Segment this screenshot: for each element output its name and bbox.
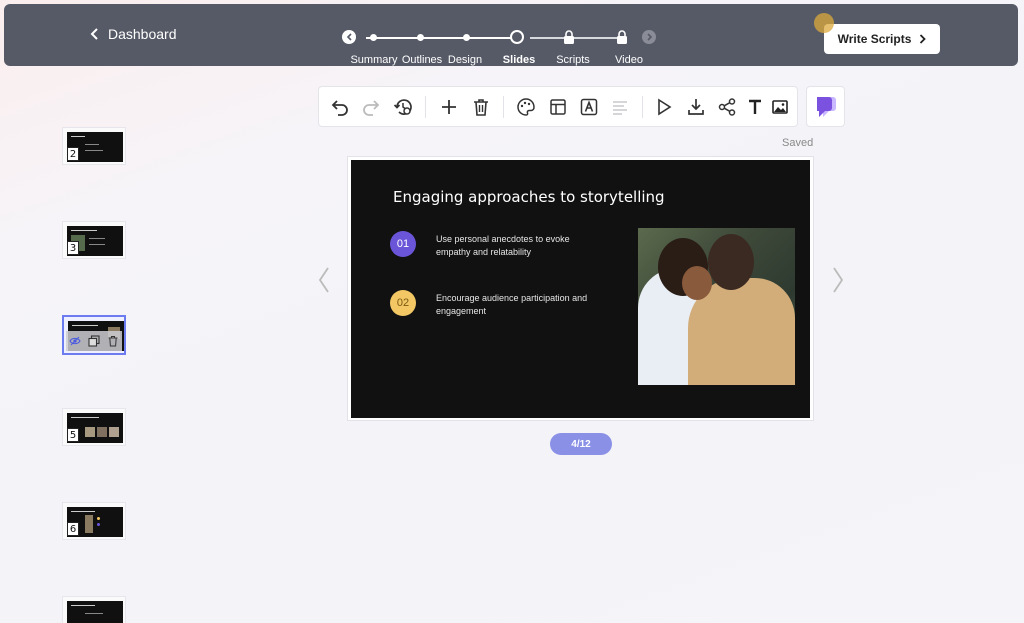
chevron-right-icon	[833, 267, 844, 293]
slide-content: Engaging approaches to storytelling 01 U…	[351, 160, 810, 418]
slide-number: 6	[67, 522, 79, 536]
duplicate-icon[interactable]	[88, 335, 100, 347]
chevron-left-icon	[318, 267, 329, 293]
chevron-left-icon	[346, 33, 352, 41]
slide-counter: 4/12	[550, 433, 612, 455]
editor-toolbar	[318, 86, 798, 127]
slide-number: 2	[67, 147, 79, 161]
step-label-slides[interactable]: Slides	[503, 54, 535, 66]
toolbar-divider	[642, 96, 643, 118]
cursor-highlight	[814, 13, 834, 33]
step-label-scripts: Scripts	[556, 54, 590, 66]
slide-thumbnail-2[interactable]: 2	[62, 127, 126, 165]
brand-logo-icon	[816, 96, 836, 117]
slide-canvas[interactable]: Engaging approaches to storytelling 01 U…	[347, 156, 814, 421]
step-label-summary[interactable]: Summary	[350, 54, 397, 66]
brand-logo-button[interactable]	[806, 86, 845, 127]
eye-icon[interactable]	[69, 335, 81, 347]
step-label-video: Video	[615, 54, 643, 66]
share-icon[interactable]	[717, 97, 737, 117]
download-icon[interactable]	[686, 97, 706, 117]
image-icon[interactable]	[770, 97, 790, 117]
layout-icon[interactable]	[548, 97, 568, 117]
font-icon[interactable]	[579, 97, 599, 117]
slide-thumbnail-4[interactable]	[62, 315, 126, 355]
slide-photo[interactable]	[638, 228, 795, 385]
toolbar-divider	[503, 96, 504, 118]
lock-icon	[564, 30, 574, 44]
save-status: Saved	[782, 137, 814, 149]
trash-icon[interactable]	[471, 97, 491, 117]
write-scripts-button[interactable]: Write Scripts	[824, 24, 940, 54]
slide-number: 3	[67, 241, 79, 255]
step-label-design[interactable]: Design	[448, 54, 482, 66]
text-icon[interactable]	[745, 97, 765, 117]
slide-thumbnail-5[interactable]: 5	[62, 408, 126, 446]
align-icon[interactable]	[610, 97, 630, 117]
back-to-dashboard-button[interactable]: Dashboard	[90, 26, 177, 42]
history-settings-icon[interactable]	[393, 97, 413, 117]
step-progress: Summary Outlines Design Slides Scripts V…	[342, 30, 662, 66]
chevron-right-icon	[646, 33, 652, 41]
trash-icon[interactable]	[107, 335, 119, 347]
slide-thumbnail-7[interactable]	[62, 596, 126, 623]
next-slide-button[interactable]	[831, 266, 845, 294]
previous-slide-button[interactable]	[317, 266, 331, 294]
step-prev-button[interactable]	[342, 30, 356, 44]
step-line-done	[366, 37, 518, 39]
add-icon[interactable]	[439, 97, 459, 117]
write-scripts-label: Write Scripts	[837, 32, 912, 46]
toolbar-divider	[425, 96, 426, 118]
thumbnail-actions	[66, 331, 122, 351]
point-text-2[interactable]: Encourage audience participation and eng…	[436, 292, 596, 318]
lock-icon	[617, 30, 627, 44]
step-dot-design[interactable]	[463, 34, 470, 41]
top-bar: Dashboard Summary Outlines Design Slides…	[4, 4, 1018, 66]
point-badge-1: 01	[390, 231, 416, 257]
chevron-right-icon	[920, 34, 927, 44]
step-label-outlines[interactable]: Outlines	[402, 54, 442, 66]
slide-thumbnail-3[interactable]: 3	[62, 221, 126, 259]
slide-thumbnail-6[interactable]: 6	[62, 502, 126, 540]
step-line-pending	[530, 37, 622, 39]
undo-icon[interactable]	[330, 97, 350, 117]
redo-icon[interactable]	[361, 97, 381, 117]
step-dot-slides[interactable]	[510, 30, 524, 44]
thumbnail-preview	[67, 601, 123, 623]
step-next-button[interactable]	[642, 30, 656, 44]
chevron-left-icon	[90, 28, 98, 40]
palette-icon[interactable]	[516, 97, 536, 117]
back-label: Dashboard	[108, 26, 177, 42]
step-dot-summary[interactable]	[370, 34, 377, 41]
play-icon[interactable]	[654, 97, 674, 117]
slide-title[interactable]: Engaging approaches to storytelling	[393, 188, 665, 206]
point-text-1[interactable]: Use personal anecdotes to evoke empathy …	[436, 233, 596, 259]
point-badge-2: 02	[390, 290, 416, 316]
step-dot-outlines[interactable]	[417, 34, 424, 41]
slide-number: 5	[67, 428, 79, 442]
